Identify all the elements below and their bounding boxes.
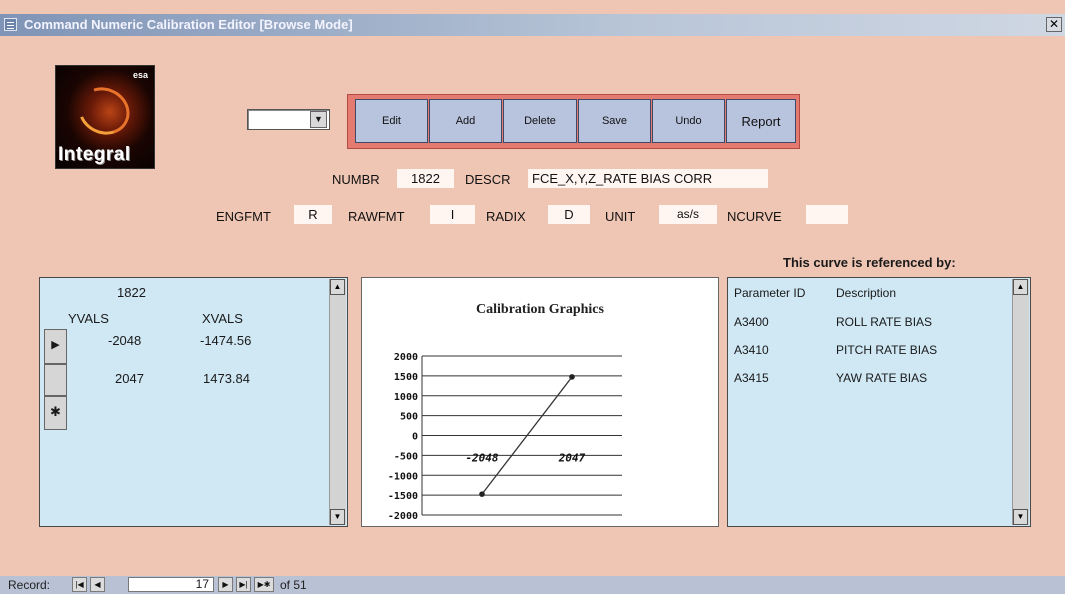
current-record-input[interactable]: 17 [128, 577, 214, 592]
ncurve-field[interactable] [806, 205, 848, 224]
y-tick-label: 500 [400, 412, 418, 423]
esa-badge: esa [132, 70, 148, 80]
referenced-by-heading: This curve is referenced by: [783, 255, 956, 270]
logo-text: Integral [58, 144, 131, 165]
xvals-header: XVALS [202, 311, 243, 326]
data-point [479, 491, 485, 497]
calibration-values-subform: 1822 YVALS XVALS ▶ ✱ -2048 -1474.56 2047… [39, 277, 348, 527]
x-tick-label: -2048 [465, 452, 498, 465]
galaxy-spiral-icon [70, 79, 138, 143]
scroll-up-icon[interactable]: ▲ [1013, 279, 1028, 295]
record-selector-current[interactable]: ▶ [44, 329, 67, 364]
values-scrollbar[interactable]: ▲ ▼ [329, 279, 346, 525]
command-toolbar: Edit Add Delete Save Undo Report [347, 94, 800, 149]
integral-logo: esa Integral [55, 65, 155, 169]
reference-scrollbar[interactable]: ▲ ▼ [1012, 279, 1029, 525]
form-icon [4, 18, 17, 31]
numbr-label: NUMBR [332, 172, 380, 187]
window-title: Command Numeric Calibration Editor [Brow… [24, 17, 353, 32]
chevron-down-icon[interactable]: ▼ [310, 111, 327, 128]
y-tick-label: 1500 [394, 372, 418, 383]
first-record-button[interactable]: |◀ [72, 577, 87, 592]
calibration-chart: Calibration Graphics 2000 1500 1000 500 0 -50… [361, 277, 719, 527]
close-button[interactable]: ✕ [1046, 17, 1062, 32]
list-item-param-id[interactable]: A3415 [734, 371, 769, 385]
unit-field[interactable]: as/s [659, 205, 717, 224]
undo-button[interactable]: Undo [652, 99, 725, 143]
scroll-down-icon[interactable]: ▼ [330, 509, 345, 525]
new-record-button[interactable]: ▶✱ [254, 577, 274, 592]
rawfmt-field[interactable]: I [430, 205, 475, 224]
numbr-field[interactable]: 1822 [397, 169, 454, 188]
unit-label: UNIT [605, 209, 636, 224]
y-tick-label: -1000 [388, 471, 418, 482]
previous-record-button[interactable]: ◀ [90, 577, 105, 592]
descr-label: DESCR [465, 172, 511, 187]
y-tick-label: -1500 [388, 491, 418, 502]
list-item-param-id[interactable]: A3410 [734, 343, 769, 357]
table-row-yval[interactable]: 2047 [115, 371, 144, 386]
table-row-xval[interactable]: -1474.56 [200, 333, 251, 348]
referenced-by-list: Parameter ID Description A3400 ROLL RATE… [727, 277, 1031, 527]
scroll-down-icon[interactable]: ▼ [1013, 509, 1028, 525]
title-bar: Command Numeric Calibration Editor [Brow… [0, 14, 1065, 36]
rawfmt-label: RAWFMT [348, 209, 405, 224]
report-button[interactable]: Report [726, 99, 796, 143]
add-button[interactable]: Add [429, 99, 502, 143]
yvals-header: YVALS [68, 311, 109, 326]
chart-title: Calibration Graphics [476, 302, 605, 317]
delete-button[interactable]: Delete [503, 99, 577, 143]
scroll-up-icon[interactable]: ▲ [330, 279, 345, 295]
y-tick-label: -500 [394, 451, 418, 462]
y-tick-label: 1000 [394, 392, 418, 403]
list-item-description[interactable]: YAW RATE BIAS [836, 371, 927, 385]
next-record-button[interactable]: ▶ [218, 577, 233, 592]
list-item-description[interactable]: PITCH RATE BIAS [836, 343, 937, 357]
engfmt-label: ENGFMT [216, 209, 271, 224]
record-count: of 51 [280, 578, 307, 592]
list-item-param-id[interactable]: A3400 [734, 315, 769, 329]
parameter-id-header: Parameter ID [734, 286, 806, 300]
last-record-button[interactable]: ▶| [236, 577, 251, 592]
radix-field[interactable]: D [548, 205, 590, 224]
ncurve-label: NCURVE [727, 209, 782, 224]
description-header: Description [836, 286, 897, 300]
new-record-selector[interactable]: ✱ [44, 396, 67, 430]
descr-field[interactable]: FCE_X,Y,Z_RATE BIAS CORR [528, 169, 768, 188]
table-row-xval[interactable]: 1473.84 [203, 371, 250, 386]
table-row-yval[interactable]: -2048 [108, 333, 141, 348]
radix-label: RADIX [486, 209, 526, 224]
data-point [569, 374, 575, 380]
chart-svg: Calibration Graphics 2000 1500 1000 500 0 -50… [388, 302, 622, 522]
record-selector[interactable] [44, 364, 67, 396]
y-tick-label: 2000 [394, 352, 418, 363]
record-select-combo[interactable]: ▼ [247, 109, 330, 130]
y-tick-label: -2000 [388, 511, 418, 522]
curve-id-value: 1822 [117, 285, 146, 300]
record-label: Record: [8, 578, 51, 592]
list-item-description[interactable]: ROLL RATE BIAS [836, 315, 932, 329]
engfmt-field[interactable]: R [294, 205, 332, 224]
record-navigation-bar: Record: |◀ ◀ 17 ▶ ▶| ▶✱ of 51 [0, 576, 1065, 594]
y-tick-label: 0 [412, 432, 418, 443]
x-tick-label: 2047 [558, 452, 586, 465]
save-button[interactable]: Save [578, 99, 651, 143]
edit-button[interactable]: Edit [355, 99, 428, 143]
